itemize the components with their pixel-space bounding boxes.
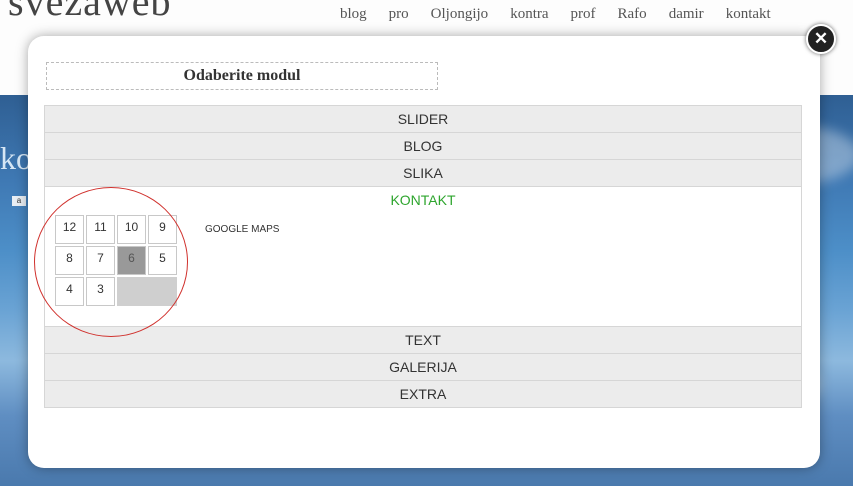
module-item-blog[interactable]: BLOG (44, 132, 802, 159)
nav-item[interactable]: Rafo (618, 6, 647, 23)
module-item-slider[interactable]: SLIDER (44, 105, 802, 132)
module-item-kontakt[interactable]: KONTAKT 12 11 10 9 8 7 6 5 4 3 GOOGLE MA… (34, 186, 802, 337)
nav-item[interactable]: kontra (510, 6, 548, 23)
module-item-slika[interactable]: SLIKA (44, 159, 802, 186)
nav-item[interactable]: Oljongijo (431, 6, 489, 23)
nav-item[interactable]: pro (389, 6, 409, 23)
nav-item[interactable]: blog (340, 6, 367, 23)
modal-title: Odaberite modul (46, 62, 438, 90)
nav-item[interactable]: prof (571, 6, 596, 23)
module-item-text[interactable]: TEXT (44, 326, 802, 353)
module-item-galerija[interactable]: GALERIJA (44, 353, 802, 380)
hero-chip: a (12, 196, 26, 206)
google-maps-item[interactable]: GOOGLE MAPS (205, 224, 279, 235)
close-icon[interactable]: ✕ (806, 24, 836, 54)
module-list: SLIDER BLOG SLIKA KONTAKT 12 11 10 9 8 7… (34, 105, 802, 408)
site-logo[interactable]: svezaweb (8, 0, 171, 25)
module-item-extra[interactable]: EXTRA (44, 380, 802, 408)
nav-item[interactable]: damir (669, 6, 704, 23)
site-nav: blog pro Oljongijo kontra prof Rafo dami… (340, 6, 793, 23)
nav-item[interactable]: kontakt (726, 6, 771, 23)
annotation-circle (34, 187, 188, 337)
